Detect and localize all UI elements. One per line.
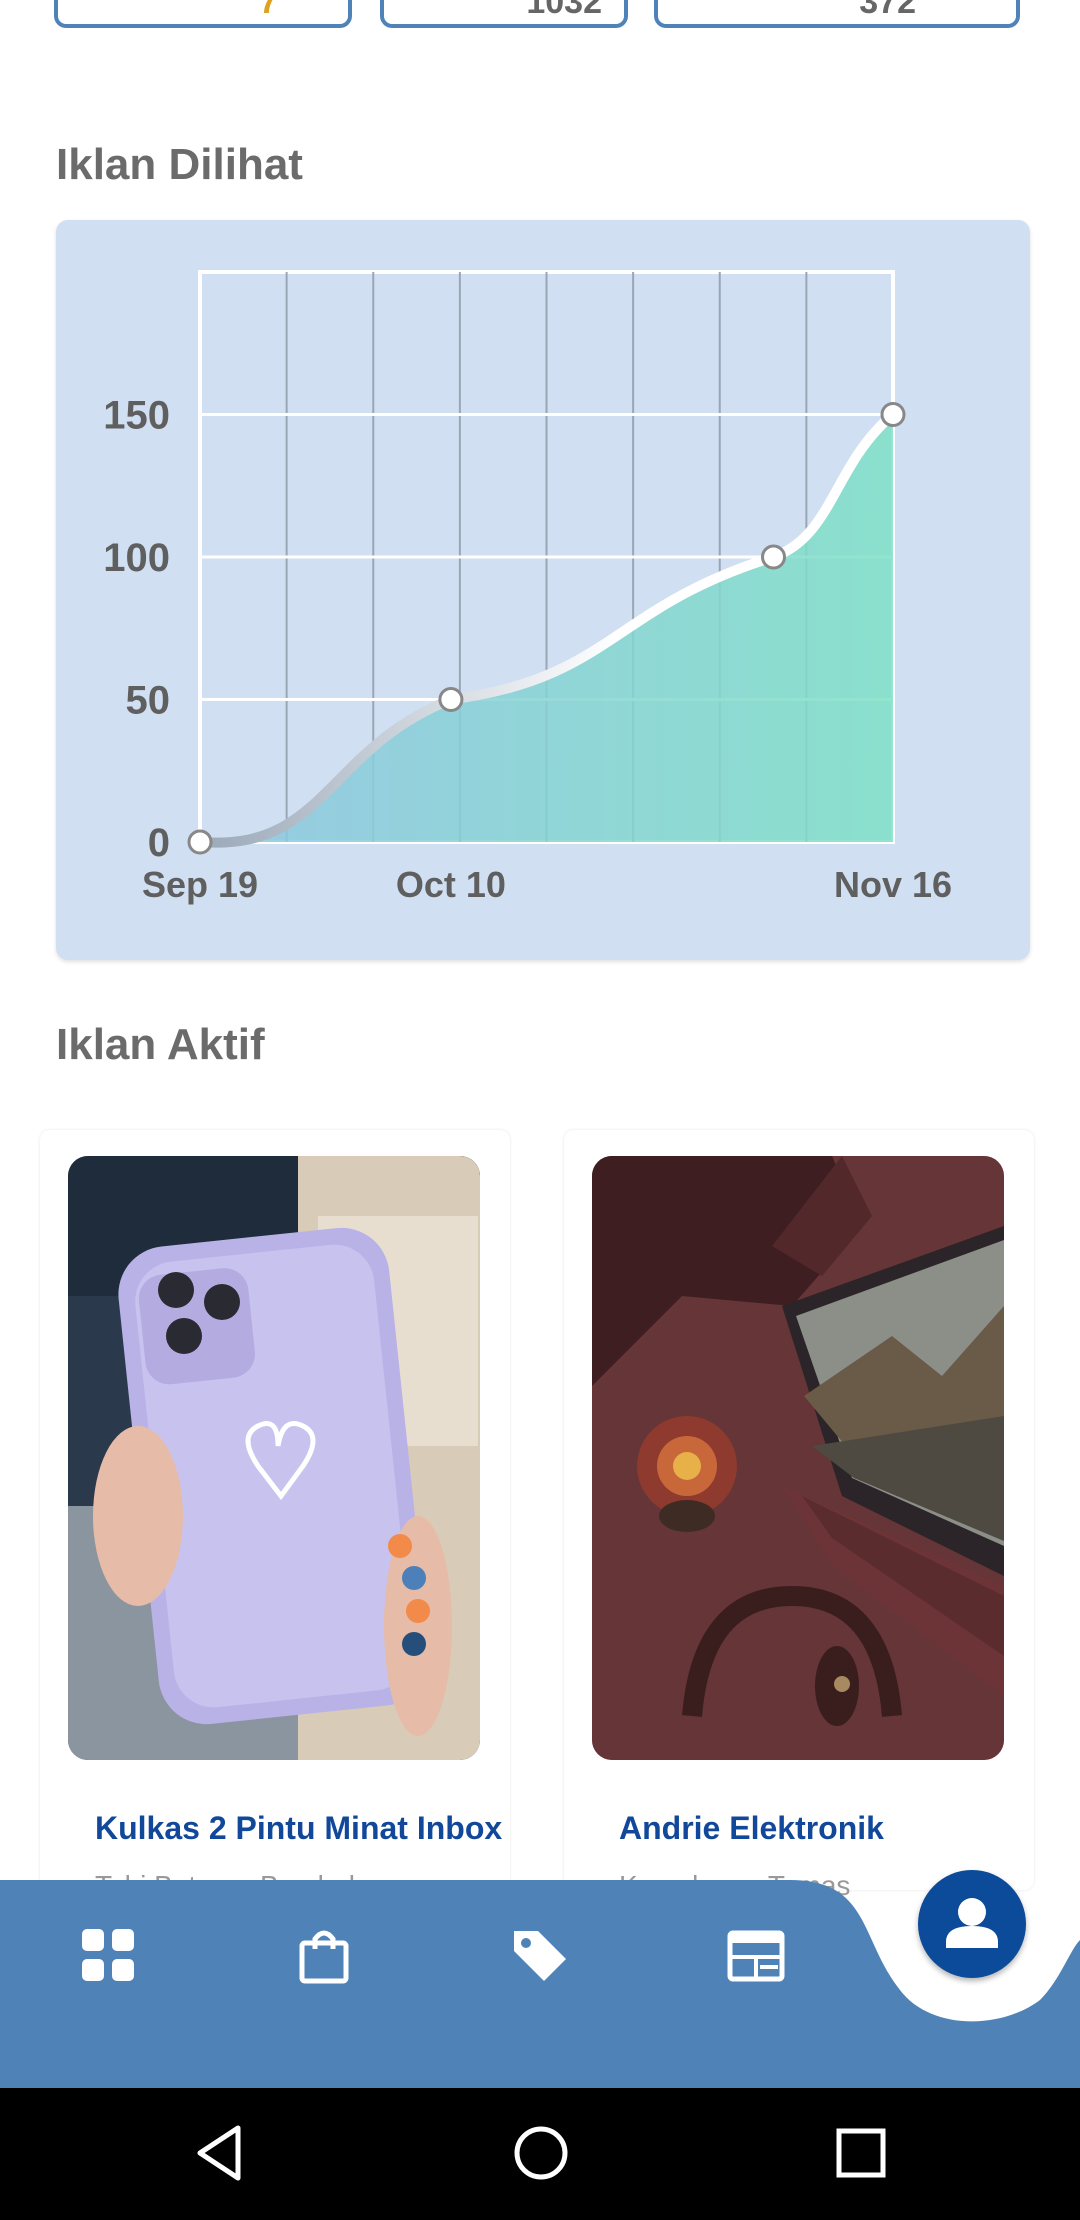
calendar-icon[interactable] bbox=[726, 1925, 786, 1985]
stat-card-2[interactable]: 1032 bbox=[380, 0, 628, 28]
tag-icon[interactable] bbox=[510, 1925, 570, 1985]
chart-data-point bbox=[187, 829, 213, 855]
chart-y-tick-label: 150 bbox=[103, 394, 170, 438]
shopping-bag-icon[interactable] bbox=[294, 1925, 354, 1985]
dashboard-icon[interactable] bbox=[78, 1925, 138, 1985]
chart-y-tick-label: 50 bbox=[126, 679, 171, 723]
stat-value: 372 bbox=[859, 0, 916, 21]
chart-data-point bbox=[880, 402, 906, 427]
listing-image-laptop bbox=[592, 1156, 1004, 1760]
profile-button[interactable] bbox=[918, 1870, 1026, 1978]
chart-y-tick-label: 100 bbox=[103, 536, 170, 580]
back-icon[interactable] bbox=[186, 2118, 256, 2188]
stat-card-3[interactable]: 372 bbox=[654, 0, 1020, 28]
listing-title[interactable]: Andrie Elektronik bbox=[619, 1810, 884, 1847]
stat-card-1[interactable]: 7 bbox=[54, 0, 352, 28]
chart-x-tick-label: Oct 10 bbox=[396, 864, 506, 905]
views-section-title: Iklan Dilihat bbox=[56, 140, 303, 189]
listing-card[interactable]: Kulkas 2 Pintu Minat Inbox Tebi Bateera … bbox=[40, 1130, 510, 1901]
views-chart-svg: 0 50 100 150 Sep 19 Oct 10 Nov 16 bbox=[103, 270, 952, 905]
listing-title[interactable]: Kulkas 2 Pintu Minat Inbox bbox=[95, 1810, 502, 1847]
views-chart: 0 50 100 150 Sep 19 Oct 10 Nov 16 bbox=[56, 220, 1030, 960]
stat-value: 1032 bbox=[526, 0, 602, 21]
chart-x-tick-label: Sep 19 bbox=[142, 864, 258, 905]
listing-card[interactable]: Andrie Elektronik Kamaluang Tamas bbox=[564, 1130, 1034, 1901]
home-icon[interactable] bbox=[506, 2118, 576, 2188]
active-section-title: Iklan Aktif bbox=[56, 1020, 265, 1069]
recents-icon[interactable] bbox=[826, 2118, 896, 2188]
person-icon bbox=[946, 1898, 998, 1948]
listing-image-phone-case bbox=[68, 1156, 480, 1760]
stat-value: 7 bbox=[259, 0, 278, 21]
chart-data-point bbox=[761, 544, 787, 570]
chart-y-tick-label: 0 bbox=[148, 821, 170, 865]
chart-data-point bbox=[438, 687, 464, 712]
chart-x-tick-label: Nov 16 bbox=[834, 864, 952, 905]
